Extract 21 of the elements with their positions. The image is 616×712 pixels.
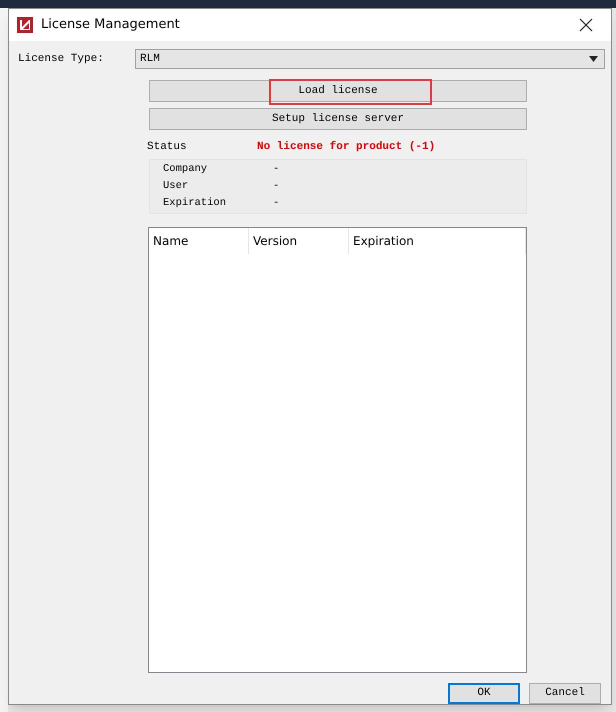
dropdown-arrow-icon: [589, 56, 598, 62]
dialog-button[interactable]: Cancel: [529, 683, 601, 704]
column-header[interactable]: Name: [149, 228, 249, 254]
detail-value: -: [273, 162, 280, 177]
status-label: Status: [147, 140, 188, 155]
column-header[interactable]: Version: [249, 228, 349, 254]
dialog-button[interactable]: OK: [448, 683, 520, 704]
license-type-dropdown[interactable]: RLM: [135, 49, 605, 69]
window-title: License Management: [41, 16, 180, 34]
column-header[interactable]: Expiration: [349, 228, 526, 254]
detail-label: Expiration: [163, 196, 228, 211]
detail-label: Company: [163, 162, 208, 177]
close-icon[interactable]: [579, 18, 593, 32]
app-logo-icon: [17, 17, 33, 33]
action-button[interactable]: Load license: [149, 80, 527, 102]
license-type-label: License Type:: [18, 52, 105, 67]
detail-label: User: [163, 178, 190, 194]
detail-value: -: [273, 196, 280, 211]
action-button[interactable]: Setup license server: [149, 108, 527, 130]
detail-value: -: [273, 178, 280, 194]
status-message: No license for product (-1): [257, 140, 436, 155]
